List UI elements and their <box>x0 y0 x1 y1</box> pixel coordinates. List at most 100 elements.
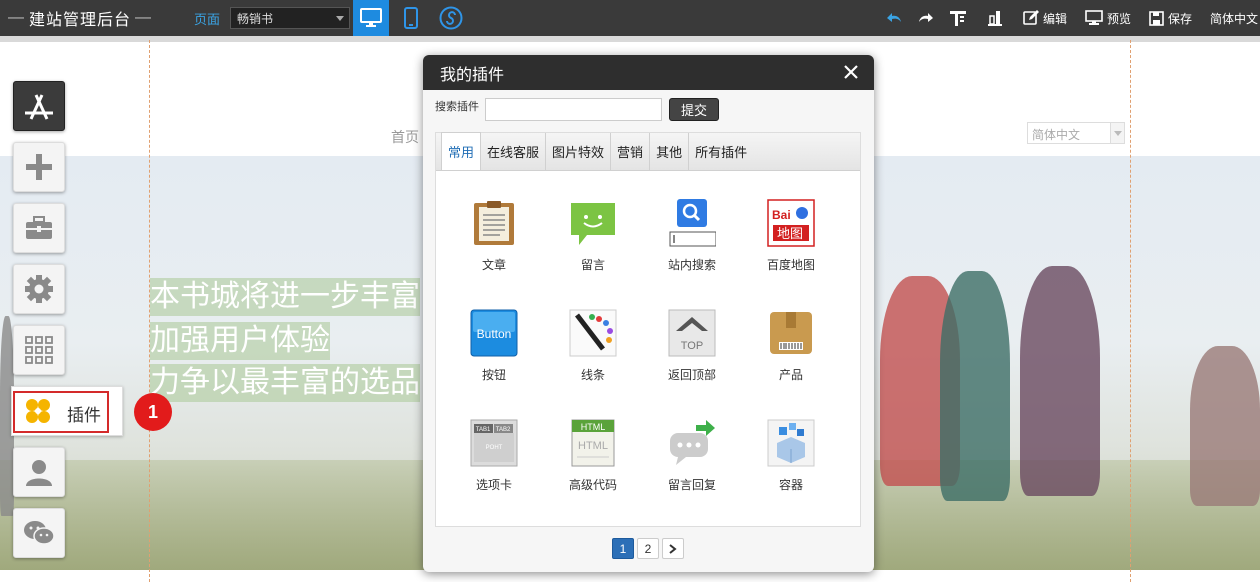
plugin-item-html-code[interactable]: HTML HTML 高级代码 <box>548 419 638 493</box>
stats-button[interactable] <box>987 10 1007 26</box>
settings-button[interactable] <box>13 264 65 314</box>
tab-image-effects[interactable]: 图片特效 <box>546 133 612 170</box>
desktop-view-button[interactable] <box>353 0 390 36</box>
redo-button[interactable] <box>917 12 937 24</box>
ruler-icon <box>949 11 966 26</box>
tab-other[interactable]: 其他 <box>650 133 690 170</box>
svg-text:TAB1: TAB1 <box>476 427 491 433</box>
message-icon <box>571 203 615 245</box>
wechat-button[interactable] <box>13 508 65 558</box>
reply-icon <box>670 420 715 465</box>
mini-program-view-button[interactable] <box>433 0 469 36</box>
preview-label: 预览 <box>1106 11 1131 26</box>
plugin-item-label: 线条 <box>580 368 605 382</box>
brand-title: 建站管理后台 <box>29 12 132 29</box>
tab-online-service[interactable]: 在线客服 <box>481 133 547 170</box>
right-guide-line <box>1130 40 1131 582</box>
plugin-dialog: 我的插件 搜索插件 提交 常用 在线客服 图片特效 营销 其他 所有插件 文章 … <box>423 55 874 572</box>
apps-grid-button[interactable] <box>13 325 65 375</box>
toolbox-icon <box>26 216 52 239</box>
chevron-right-icon <box>669 543 677 554</box>
plugin-button[interactable]: 插件 <box>11 386 123 436</box>
site-search-icon <box>669 199 717 247</box>
dialog-title: 我的插件 <box>440 66 505 84</box>
plugin-item-container[interactable]: 容器 <box>746 419 836 493</box>
wechat-icon <box>24 521 55 545</box>
plugin-item-label: 返回顶部 <box>667 368 716 382</box>
baidu-map-icon: Bai 地图 <box>767 199 815 247</box>
toolbox-button[interactable] <box>13 203 65 253</box>
plugin-item-back-to-top[interactable]: TOP 返回顶部 <box>647 309 737 383</box>
svg-text:TAB2: TAB2 <box>496 427 511 433</box>
plugin-item-message[interactable]: 留言 <box>548 199 638 273</box>
user-icon <box>26 460 52 486</box>
page-select-value: 畅销书 <box>237 11 274 26</box>
edit-button[interactable]: 编辑 <box>1023 10 1067 27</box>
svg-text:TOP: TOP <box>681 340 703 352</box>
grid-icon <box>25 336 53 364</box>
edit-icon <box>1023 10 1039 25</box>
container-icon <box>767 419 815 467</box>
dialog-titlebar: 我的插件 <box>423 55 874 90</box>
nav-home-link[interactable]: 首页 <box>391 127 419 147</box>
add-module-button[interactable] <box>13 142 65 192</box>
plugin-item-label: 站内搜索 <box>667 258 716 272</box>
tab-common[interactable]: 常用 <box>441 132 482 170</box>
plugin-item-label: 选项卡 <box>475 478 512 492</box>
undo-button[interactable] <box>886 12 907 24</box>
plugin-item-label: 留言 <box>580 258 605 272</box>
chevron-down-icon <box>1110 123 1124 143</box>
close-icon[interactable] <box>842 63 860 81</box>
app-store-button[interactable] <box>13 81 65 131</box>
plugin-icon <box>26 399 50 423</box>
plugin-item-button[interactable]: Button 按钮 <box>449 309 539 383</box>
banner-person <box>1190 346 1260 506</box>
monitor-icon <box>1085 10 1103 25</box>
language-button[interactable]: 简体中文 <box>1210 10 1258 27</box>
plugin-item-label: 百度地图 <box>766 258 815 272</box>
page-select[interactable]: 畅销书 <box>230 7 351 29</box>
svg-text:HTML: HTML <box>581 422 606 432</box>
article-icon <box>474 201 514 245</box>
plugin-item-tabs[interactable]: TAB1 TAB2 POHT 选项卡 <box>449 419 539 493</box>
submit-button[interactable]: 提交 <box>669 98 719 121</box>
plugin-item-label: 文章 <box>481 258 506 272</box>
save-button[interactable]: 保存 <box>1149 10 1192 27</box>
plugin-item-line[interactable]: 线条 <box>548 309 638 383</box>
page-label: 页面 <box>194 11 221 27</box>
plugin-item-label: 容器 <box>778 478 803 492</box>
site-language-select[interactable]: 简体中文 <box>1027 122 1125 144</box>
save-label: 保存 <box>1167 11 1192 26</box>
mobile-icon <box>404 7 419 29</box>
plugin-item-reply[interactable]: 留言回复 <box>647 419 737 493</box>
tab-marketing[interactable]: 营销 <box>611 133 651 170</box>
plugin-item-article[interactable]: 文章 <box>449 199 539 273</box>
plugin-item-baidu-map[interactable]: Bai 地图 百度地图 <box>746 199 836 273</box>
plugin-item-label: 产品 <box>778 368 803 382</box>
plugin-item-label: 按钮 <box>481 368 506 382</box>
plugin-search-input[interactable] <box>485 98 662 121</box>
desktop-icon <box>360 8 383 27</box>
mobile-view-button[interactable] <box>393 0 429 36</box>
button-icon: Button <box>470 309 518 357</box>
search-label: 搜索插件 <box>435 100 479 113</box>
plugin-item-product[interactable]: 产品 <box>746 309 836 383</box>
page-2-button[interactable]: 2 <box>637 538 659 559</box>
product-icon <box>770 312 812 354</box>
top-toolbar: — 建站管理后台 — 页面 畅销书 编辑 预览 保存 简体中文 <box>0 0 1260 36</box>
undo-icon <box>886 13 901 22</box>
banner-text-line-2: 加强用户体验 <box>150 322 330 360</box>
next-page-button[interactable] <box>662 538 684 559</box>
pagination: 1 2 <box>612 538 687 559</box>
tabs-icon: TAB1 TAB2 POHT <box>470 419 518 467</box>
plugin-item-site-search[interactable]: 站内搜索 <box>647 199 737 273</box>
back-to-top-icon: TOP <box>668 309 716 357</box>
banner-text-line-1: 本书城将进一步丰富 <box>150 278 420 316</box>
ruler-button[interactable] <box>949 9 971 27</box>
members-button[interactable] <box>13 447 65 497</box>
preview-button[interactable]: 预览 <box>1085 10 1131 27</box>
tab-all-plugins[interactable]: 所有插件 <box>689 133 753 170</box>
page-1-button[interactable]: 1 <box>612 538 634 559</box>
step-badge: 1 <box>134 393 172 431</box>
mini-program-icon <box>439 6 463 30</box>
